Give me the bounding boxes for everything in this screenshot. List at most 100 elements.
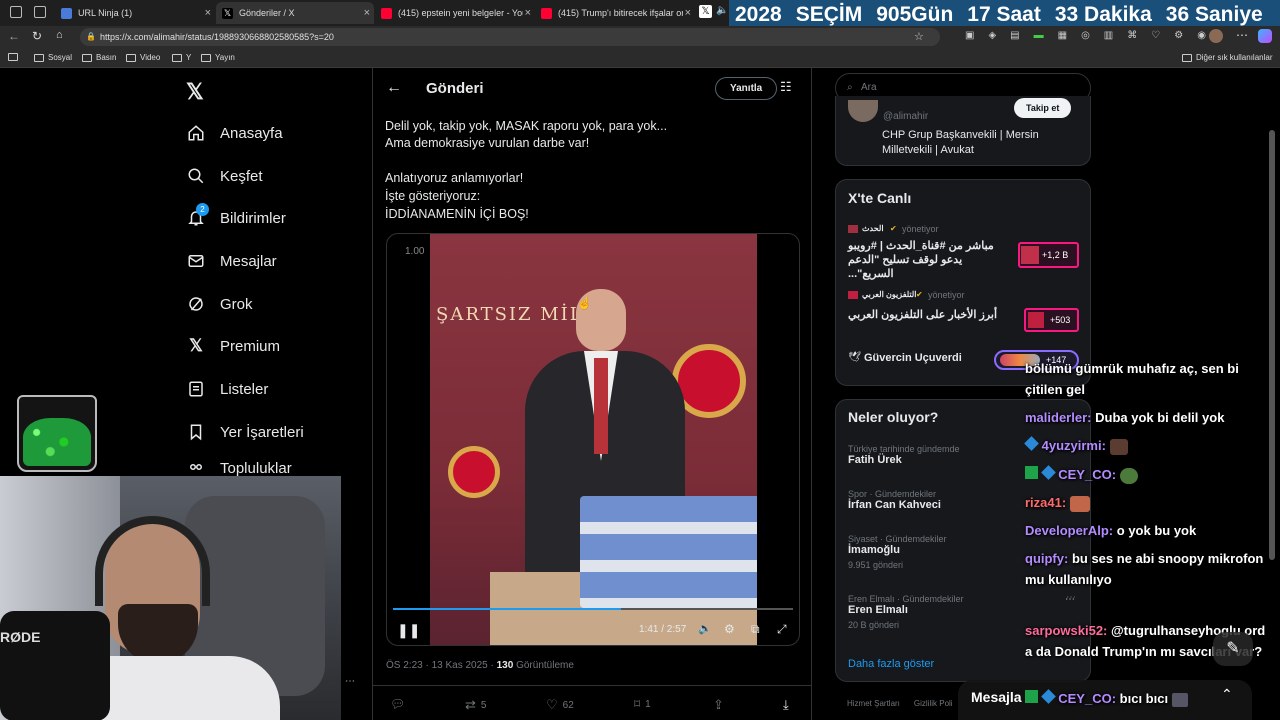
mail-icon [186, 251, 206, 271]
close-icon[interactable]: × [685, 7, 691, 19]
post-text-line: Delil yok, takip yok, MASAK raporu yok, … [385, 119, 668, 133]
badge-icon [1025, 690, 1038, 703]
folder-icon [126, 53, 136, 62]
sidebar-item-explore[interactable]: Keşfet [186, 161, 263, 191]
list-icon [186, 379, 206, 399]
profile-card: @alimahir Takip et CHP Grup Başkanvekili… [835, 96, 1091, 166]
x-logo-icon[interactable]: 𝕏 [186, 79, 204, 105]
settings-sliders-icon[interactable]: ☷ [780, 79, 792, 95]
sidebar-item-bookmarks[interactable]: Yer İşaretleri [186, 417, 304, 447]
address-bar[interactable]: 🔒 https://x.com/alimahir/status/19889306… [80, 28, 940, 46]
search-icon: ⌕ [847, 82, 853, 93]
bookmark-folder-basin[interactable]: Basın [82, 53, 116, 62]
share-action[interactable]: ⇪ [713, 697, 724, 713]
chat-message: bölümü gümrük muhafız aç, sen bi çitilen… [1025, 358, 1265, 400]
close-icon[interactable]: × [205, 7, 211, 19]
fullscreen-icon[interactable]: ⤢ [777, 622, 787, 637]
repost-action[interactable]: ⇄ 5 [465, 697, 486, 713]
audio-icon[interactable]: 🔈 [716, 5, 728, 16]
listener-count-badge[interactable]: +1,2 B [1018, 242, 1079, 268]
close-icon[interactable]: × [525, 7, 531, 19]
menu-dots-icon[interactable]: ⋯ [1236, 28, 1248, 42]
extensions-icon[interactable]: ▣ ◈ ▤ ▬ ▦ ◎ ▥ ⌘ ♡ ⚙ ◉ [965, 30, 1225, 43]
bookmark-folder-y[interactable]: Y [172, 53, 191, 62]
chat-message: 4yuzyirmi: [1024, 435, 1128, 456]
video-frame: ŞARTSIZ MİLLE [430, 234, 757, 645]
like-action[interactable]: ♡ 62 [546, 697, 574, 713]
copilot-icon[interactable] [1258, 29, 1272, 43]
bookmark-action[interactable]: ⌑ 1 [634, 697, 651, 711]
sidebar-item-home[interactable]: Anasayfa [186, 118, 283, 148]
folder-icon [82, 53, 92, 62]
page-scrollbar[interactable] [1268, 70, 1276, 715]
chat-message: DeveloperAlp: o yok bu yok [1025, 520, 1196, 541]
page-title: Gönderi [426, 80, 484, 97]
sidebar-item-label: Mesajlar [220, 252, 277, 270]
sidebar-item-lists[interactable]: Listeler [186, 374, 268, 404]
more-dots-icon[interactable]: ⋯ [1065, 594, 1075, 605]
picture-in-picture-icon[interactable]: ⧉ [751, 622, 760, 637]
home-icon[interactable]: ⌂ [56, 29, 63, 41]
tab-url-ninja[interactable]: URL Ninja (1) × [55, 2, 215, 24]
folder-icon [201, 53, 211, 62]
x-tab-icon[interactable]: 𝕏 [699, 5, 712, 18]
footer-link[interactable]: Gizlilik Poli [914, 699, 953, 708]
compose-float-button[interactable]: ✎ [1213, 632, 1253, 666]
post-timestamp[interactable]: ÖS 2:23 · 13 Kas 2025 · [386, 660, 494, 671]
download-action[interactable]: ⤓ [783, 697, 789, 713]
url-text: https://x.com/alimahir/status/1988930668… [100, 32, 334, 42]
reply-button[interactable]: Yanıtla [715, 77, 778, 100]
reply-action[interactable]: 💬︎ [390, 697, 410, 711]
countdown-seconds: 36 Saniye [1165, 3, 1263, 26]
tab-x-posts[interactable]: 𝕏 Gönderiler / X × [216, 2, 374, 24]
ellipsis-icon[interactable]: ⋯ [345, 676, 355, 687]
live-item[interactable]: الحدث ✔ yönetiyor مباشر من #قناة_الحدث |… [848, 224, 1084, 280]
listener-count-badge[interactable]: +503 [1024, 308, 1079, 332]
bookmark-other-favorites[interactable]: Diğer sık kullanılanlar [1182, 53, 1272, 62]
address-toolbar: ← ↻ ⌂ 🔒 https://x.com/alimahir/status/19… [0, 26, 1280, 48]
trends-title: Neler oluyor? [848, 409, 939, 425]
avatar[interactable] [848, 100, 878, 122]
tab-youtube-2[interactable]: (415) Trump'ı bitirecek ifşalar orta × [535, 2, 695, 24]
profile-avatar-icon[interactable] [1209, 29, 1223, 43]
sidebar-item-premium[interactable]: 𝕏 Premium [186, 331, 280, 361]
expand-dock-icon[interactable]: ⌃ [1221, 686, 1233, 703]
search-input[interactable]: Ara [861, 82, 877, 93]
window-menu-icon[interactable] [10, 6, 22, 18]
bookmarks-menu-icon[interactable] [8, 53, 18, 61]
folder-icon [1182, 53, 1192, 62]
pause-icon[interactable]: ❚❚ [397, 622, 420, 639]
youtube-favicon-icon [541, 7, 552, 19]
bookmark-folder-yayin[interactable]: Yayın [201, 53, 235, 62]
back-arrow-icon[interactable]: ← [386, 79, 402, 97]
chat-message: CEY_CO: [1025, 464, 1138, 485]
refresh-icon[interactable]: ↻ [32, 29, 42, 43]
sidebar-item-grok[interactable]: Grok [186, 289, 253, 319]
bookmark-folder-sosyal[interactable]: Sosyal [34, 53, 72, 62]
live-item[interactable]: التلفزيون العربي ✔ yönetiyor أبرز الأخبا… [848, 290, 1084, 334]
sidebar-item-messages[interactable]: Mesajlar [186, 246, 277, 276]
video-time: 1:41 / 2:57 [639, 624, 687, 635]
footer-link[interactable]: Hizmet Şartları [847, 699, 900, 708]
video-player[interactable]: 1.00 ŞARTSIZ MİLLE ❚❚ 1:41 / 2:57 🔈 ⚙ ⧉ … [386, 233, 800, 646]
favorite-star-icon[interactable]: ☆ [914, 30, 924, 43]
sidebar-item-label: Keşfet [220, 167, 263, 185]
tab-youtube-1[interactable]: (415) epstein yeni belgeler - YouT × [375, 2, 535, 24]
follow-button[interactable]: Takip et [1014, 98, 1072, 118]
volume-icon[interactable]: 🔈 [698, 622, 712, 635]
back-icon[interactable]: ← [8, 29, 20, 43]
tab-actions-icon[interactable] [34, 6, 46, 18]
video-progress-track[interactable] [393, 608, 793, 610]
host-name: الحدث [862, 224, 884, 233]
scrollbar-thumb[interactable] [1269, 130, 1275, 560]
view-label: Görüntüleme [516, 660, 574, 671]
bookmark-folder-video[interactable]: Video [126, 53, 160, 62]
close-icon[interactable]: × [364, 7, 370, 19]
video-settings-icon[interactable]: ⚙ [724, 622, 735, 636]
messages-dock-title: Mesajla [971, 689, 1022, 705]
live-title: X'te Canlı [848, 190, 912, 206]
sidebar-item-notifications[interactable]: 2 Bildirimler [186, 203, 286, 233]
show-more-link[interactable]: Daha fazla göster [848, 658, 934, 670]
view-count: 130 [496, 660, 514, 671]
live-card: X'te Canlı الحدث ✔ yönetiyor مباشر من #ق… [835, 179, 1091, 386]
